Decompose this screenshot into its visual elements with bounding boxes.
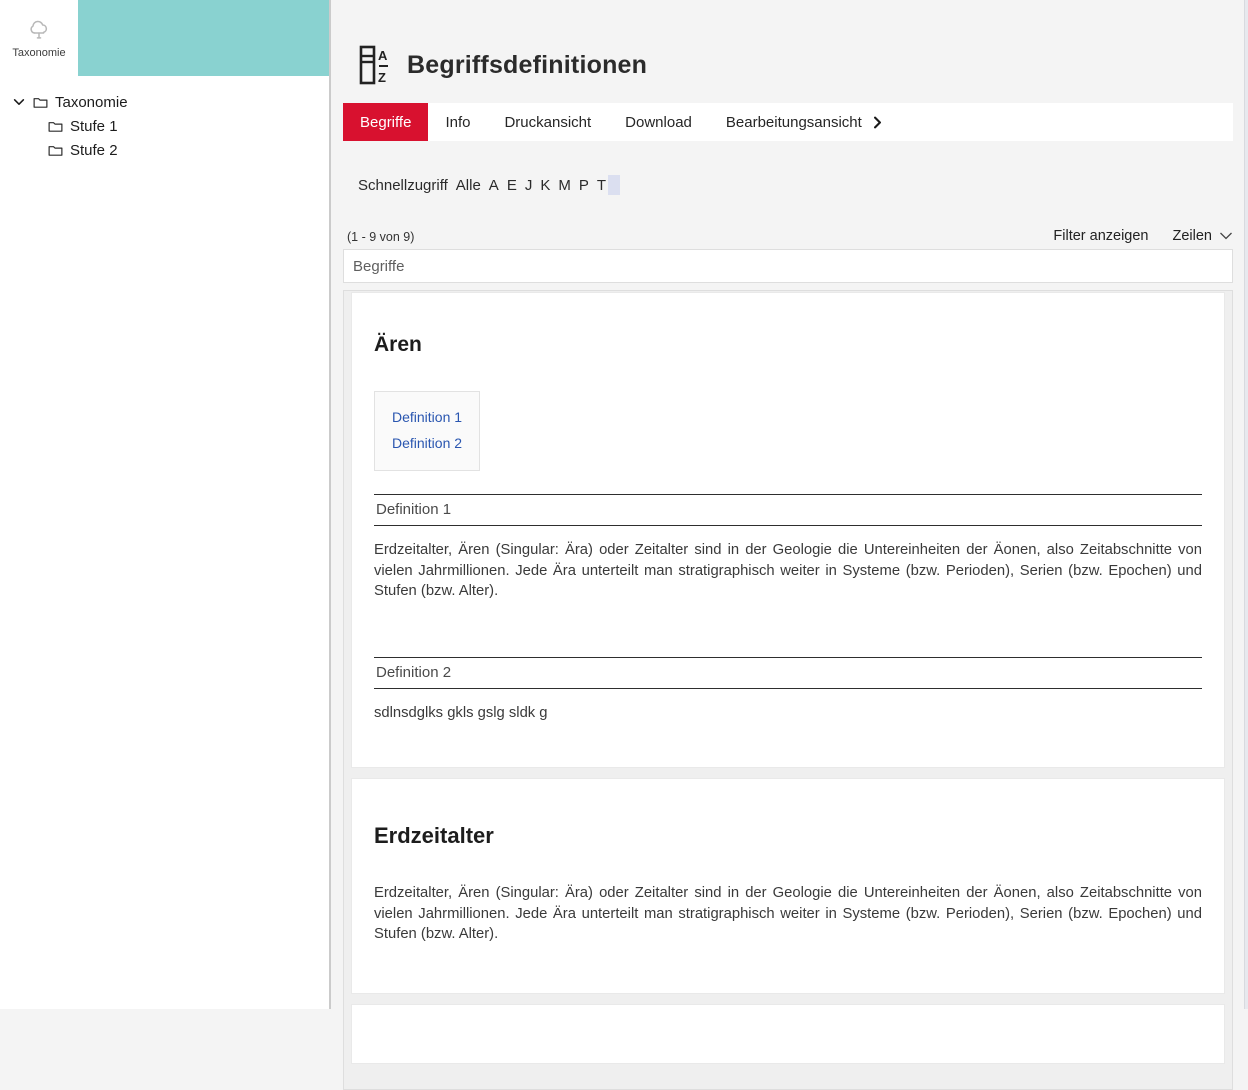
page-title: Begriffsdefinitionen <box>407 51 647 80</box>
term-card-partial <box>351 1004 1225 1064</box>
main-panel: A Z Begriffsdefinitionen Begriffe Info D… <box>331 0 1248 1009</box>
sidebar-toolbar: Taxonomie <box>0 0 329 76</box>
definition-2-link[interactable]: Definition 2 <box>392 430 462 456</box>
definition-text: Erdzeitalter, Ären (Singular: Ära) oder … <box>374 540 1202 602</box>
glossary-az-icon: A Z <box>358 44 394 86</box>
definition-label: Definition 1 <box>374 495 1202 525</box>
definition-section-2: Definition 2 sdlnsdglks gkls gslg sldk g <box>374 657 1202 724</box>
tree-node-stufe-2[interactable]: Stufe 2 <box>47 138 329 162</box>
tree-icon <box>26 18 52 44</box>
result-count: (1 - 9 von 9) <box>347 230 414 244</box>
quick-access-letter[interactable]: T <box>597 177 606 194</box>
selection-highlight <box>608 175 620 195</box>
tab-bearbeitungsansicht[interactable]: Bearbeitungsansicht <box>709 103 901 141</box>
tab-bar: Begriffe Info Druckansicht Download Bear… <box>343 103 1233 141</box>
filter-toggle[interactable]: Filter anzeigen <box>1053 228 1148 244</box>
svg-text:Z: Z <box>378 70 386 85</box>
term-title: Ären <box>374 333 1202 357</box>
quick-access-letter[interactable]: K <box>540 177 550 194</box>
teal-banner <box>78 0 329 76</box>
definition-text: Erdzeitalter, Ären (Singular: Ära) oder … <box>374 883 1202 945</box>
tree-node-label: Stufe 2 <box>70 142 118 159</box>
quick-access-letter[interactable]: P <box>579 177 589 194</box>
term-card-aeren: Ären Definition 1 Definition 2 Definitio… <box>351 292 1225 768</box>
folder-icon <box>32 94 49 111</box>
quick-access-alle[interactable]: Alle <box>456 177 481 194</box>
rows-dropdown[interactable]: Zeilen <box>1173 228 1234 244</box>
tab-download[interactable]: Download <box>608 103 709 141</box>
definition-1-link[interactable]: Definition 1 <box>392 404 462 430</box>
tree-node-label: Stufe 1 <box>70 118 118 135</box>
definition-links-box: Definition 1 Definition 2 <box>374 391 480 471</box>
folder-icon <box>47 118 64 135</box>
taxonomy-tool-button[interactable]: Taxonomie <box>0 0 78 76</box>
chevron-down-icon[interactable] <box>12 95 26 109</box>
column-header-begriffe: Begriffe <box>343 249 1233 283</box>
divider <box>374 688 1202 689</box>
tree-node-label: Taxonomie <box>55 94 128 111</box>
quick-access-letter[interactable]: E <box>507 177 517 194</box>
tab-druckansicht[interactable]: Druckansicht <box>487 103 608 141</box>
taxonomy-tool-label: Taxonomie <box>12 47 65 59</box>
chevron-down-icon <box>1219 231 1233 241</box>
chevron-right-icon <box>871 116 884 129</box>
result-meta-row: (1 - 9 von 9) Filter anzeigen Zeilen <box>343 228 1233 244</box>
results-list: Ären Definition 1 Definition 2 Definitio… <box>343 290 1233 1090</box>
definition-label: Definition 2 <box>374 658 1202 688</box>
taxonomy-tree: Taxonomie Stufe 1 Stufe 2 <box>0 76 329 162</box>
divider <box>374 525 1202 526</box>
quick-access-letter[interactable]: M <box>558 177 571 194</box>
quick-access-letter[interactable]: A <box>489 177 499 194</box>
vertical-scrollbar[interactable] <box>1244 0 1248 1009</box>
definition-text: sdlnsdglks gkls gslg sldk g <box>374 703 1202 724</box>
page-header: A Z Begriffsdefinitionen <box>331 0 1248 103</box>
definition-section-1: Definition 1 Erdzeitalter, Ären (Singula… <box>374 494 1202 602</box>
quick-access-label: Schnellzugriff <box>358 177 448 194</box>
term-title: Erdzeitalter <box>374 823 1202 849</box>
folder-icon <box>47 142 64 159</box>
svg-text:A: A <box>378 48 388 63</box>
tree-node-taxonomie[interactable]: Taxonomie <box>12 90 329 114</box>
term-card-erdzeitalter: Erdzeitalter Erdzeitalter, Ären (Singula… <box>351 778 1225 994</box>
tree-node-stufe-1[interactable]: Stufe 1 <box>47 114 329 138</box>
quick-access-bar: Schnellzugriff Alle A E J K M P T <box>343 175 1233 195</box>
tab-info[interactable]: Info <box>428 103 487 141</box>
quick-access-letter[interactable]: J <box>525 177 533 194</box>
taxonomy-sidebar: Taxonomie Taxonomie Stufe 1 <box>0 0 331 1009</box>
tab-begriffe[interactable]: Begriffe <box>343 103 428 141</box>
